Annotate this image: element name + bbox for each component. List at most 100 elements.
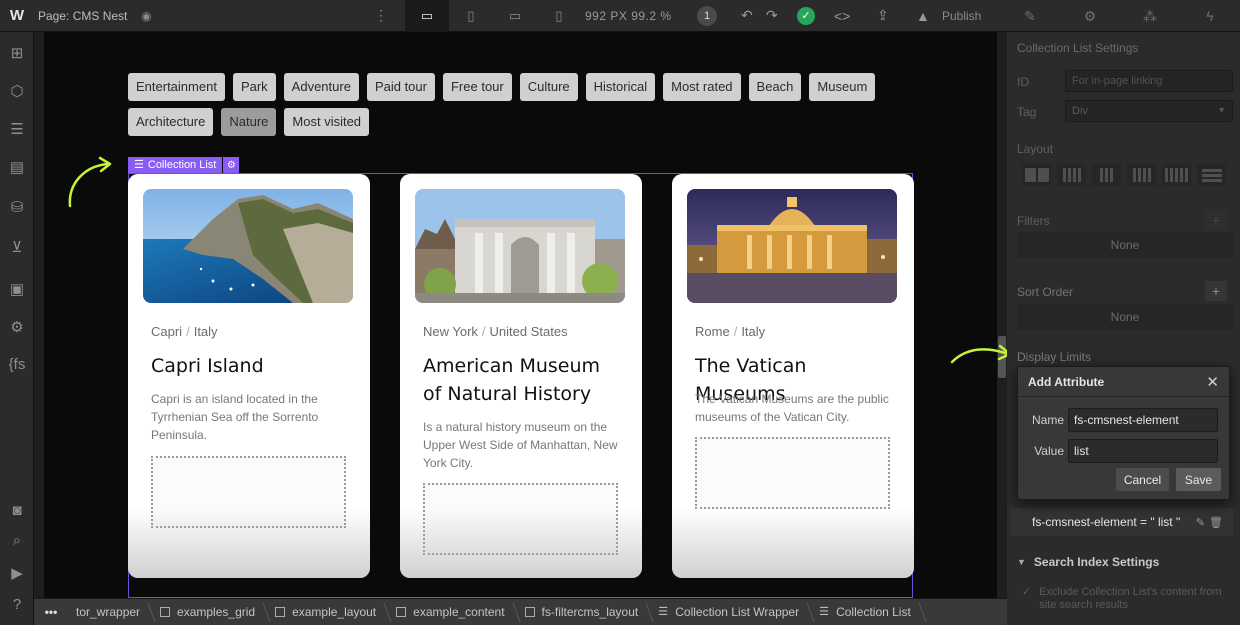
display-limits-label[interactable]: Display Limits bbox=[1017, 350, 1091, 364]
finsweet-icon[interactable]: {fs bbox=[0, 356, 34, 373]
filter-tag[interactable]: Free tour bbox=[442, 73, 512, 101]
undo-icon[interactable]: ↶ bbox=[741, 7, 753, 24]
close-icon[interactable]: ✕ bbox=[1206, 373, 1219, 391]
assets-icon[interactable]: ▣ bbox=[0, 280, 34, 298]
card-title[interactable]: Capri Island bbox=[151, 352, 351, 380]
filter-tag[interactable]: Most visited bbox=[284, 108, 370, 136]
settings-icon[interactable]: ⚙ bbox=[0, 318, 34, 336]
navigator-icon[interactable]: ☰ bbox=[0, 120, 34, 138]
card-city: Rome bbox=[695, 324, 730, 339]
breadcrumb-item[interactable]: ☰ Collection List Wrapper bbox=[650, 599, 811, 625]
nested-collection-placeholder[interactable] bbox=[423, 483, 618, 555]
publish-button[interactable]: Publish bbox=[942, 9, 981, 23]
tag-label: Tag bbox=[1017, 105, 1037, 119]
breakpoint-switcher: ▭ ▯ ▭ ▯ bbox=[405, 0, 581, 32]
layout-6-col-button[interactable] bbox=[1162, 164, 1191, 186]
custom-attribute-row[interactable]: fs-cmsnest-element = " list " ✎ 🗑 bbox=[1010, 508, 1233, 536]
help-icon[interactable]: ? bbox=[0, 596, 34, 613]
style-brush-icon[interactable]: ✎ bbox=[1000, 0, 1060, 32]
breadcrumb-item[interactable]: examples_grid bbox=[152, 599, 267, 625]
card-country: Italy bbox=[193, 324, 218, 339]
canvas-scrollbar[interactable] bbox=[997, 32, 1007, 598]
nested-collection-placeholder[interactable] bbox=[695, 437, 890, 509]
desktop-breakpoint-icon[interactable]: ▭ bbox=[405, 0, 449, 32]
filter-tag[interactable]: Adventure bbox=[283, 73, 359, 101]
breadcrumb-item[interactable]: example_content bbox=[388, 599, 516, 625]
cancel-button[interactable]: Cancel bbox=[1116, 468, 1169, 491]
components-cube-icon[interactable]: ⬡ bbox=[0, 82, 34, 100]
tablet-breakpoint-icon[interactable]: ▯ bbox=[449, 0, 493, 32]
card-title[interactable]: American Museum of Natural History bbox=[423, 352, 623, 408]
page-selector[interactable]: Page: CMS Nest bbox=[38, 9, 127, 23]
filter-tag[interactable]: Paid tour bbox=[366, 73, 435, 101]
collection-settings-gear-icon[interactable]: ⚙ bbox=[223, 157, 240, 173]
lightning-icon[interactable]: ϟ bbox=[1180, 0, 1240, 32]
layout-5-col-button[interactable] bbox=[1127, 164, 1156, 186]
card-capri[interactable]: Capri / Italy Capri Island Capri is an isl… bbox=[128, 174, 370, 578]
attribute-value-input[interactable]: list bbox=[1068, 439, 1218, 463]
delete-trash-icon[interactable]: 🗑 bbox=[1209, 516, 1223, 529]
more-options-icon[interactable]: ⋮ bbox=[374, 7, 388, 24]
add-elements-icon[interactable]: ⊞ bbox=[0, 44, 34, 62]
breadcrumb-label: example_content bbox=[413, 605, 505, 619]
cms-database-icon[interactable]: ⛁ bbox=[0, 198, 34, 216]
breadcrumb-item[interactable]: example_layout bbox=[267, 599, 388, 625]
breadcrumb-item[interactable]: ☰ Collection List bbox=[811, 599, 923, 625]
attribute-name-input[interactable]: fs-cmsnest-element bbox=[1068, 408, 1218, 432]
search-icon[interactable]: ⌕ bbox=[0, 532, 34, 549]
webflow-logo[interactable]: W bbox=[0, 7, 34, 24]
breadcrumb-more-icon[interactable]: ••• bbox=[34, 605, 68, 619]
video-tutorial-icon[interactable]: ▶ bbox=[0, 564, 34, 582]
location-separator: / bbox=[733, 324, 738, 339]
card-museum[interactable]: New York / United States American Museum o… bbox=[400, 174, 642, 578]
filter-tag[interactable]: Culture bbox=[519, 73, 578, 101]
pages-icon[interactable]: ▤ bbox=[0, 158, 34, 176]
filter-tag[interactable]: Museum bbox=[809, 73, 876, 101]
filter-tag[interactable]: Beach bbox=[748, 73, 802, 101]
filter-tag[interactable]: Most rated bbox=[663, 73, 741, 101]
breadcrumb-label: example_layout bbox=[292, 605, 377, 619]
layout-4-col-button[interactable] bbox=[1092, 164, 1121, 186]
add-sort-plus-icon[interactable]: + bbox=[1205, 281, 1227, 301]
filters-value: None bbox=[1017, 232, 1233, 258]
filter-tag[interactable]: Architecture bbox=[128, 108, 214, 136]
filter-tag[interactable]: Entertainment bbox=[128, 73, 225, 101]
card-location: Capri / Italy bbox=[151, 324, 218, 339]
card-description: Is a natural history museum on the Upper… bbox=[423, 420, 618, 470]
tag-select-value: Div bbox=[1072, 105, 1088, 117]
interactions-icon[interactable]: ⁂ bbox=[1120, 0, 1180, 32]
breadcrumb-item[interactable]: tor_wrapper bbox=[68, 599, 152, 625]
edit-pencil-icon[interactable]: ✎ bbox=[1196, 516, 1205, 529]
nested-collection-placeholder[interactable] bbox=[151, 456, 346, 528]
mobile-landscape-breakpoint-icon[interactable]: ▭ bbox=[493, 0, 537, 32]
id-field[interactable]: For in-page linking bbox=[1065, 70, 1233, 92]
right-settings-panel: Collection List Settings ID For in-page … bbox=[1007, 32, 1240, 625]
breadcrumb-item[interactable]: fs-filtercms_layout bbox=[517, 599, 651, 625]
selection-icon[interactable]: ◙ bbox=[0, 502, 34, 519]
filter-tag[interactable]: Nature bbox=[221, 108, 277, 136]
box-icon bbox=[160, 607, 171, 617]
collection-list-label[interactable]: ☰ Collection List ⚙ bbox=[128, 157, 240, 173]
tag-select[interactable]: Div ▼ bbox=[1065, 100, 1233, 122]
search-index-settings-header[interactable]: ▼ Search Index Settings bbox=[1007, 548, 1240, 576]
ecommerce-cart-icon[interactable]: ⊻ bbox=[0, 238, 34, 256]
collaborator-badge[interactable]: 1 bbox=[697, 5, 717, 26]
add-attribute-dialog: Add Attribute ✕ Name fs-cmsnest-element … bbox=[1017, 366, 1230, 500]
redo-icon[interactable]: ↷ bbox=[766, 7, 778, 24]
add-filter-plus-icon[interactable]: + bbox=[1205, 210, 1227, 230]
mobile-portrait-breakpoint-icon[interactable]: ▯ bbox=[537, 0, 581, 32]
checkbox-check-icon[interactable]: ✓ bbox=[1022, 586, 1031, 612]
audit-check-icon[interactable]: ✓ bbox=[797, 6, 815, 25]
preview-eye-icon[interactable]: ◉ bbox=[137, 9, 155, 23]
save-button[interactable]: Save bbox=[1176, 468, 1221, 491]
filter-tag[interactable]: Park bbox=[232, 73, 276, 101]
exclude-search-option[interactable]: ✓ Exclude Collection List's content from… bbox=[1022, 586, 1232, 612]
settings-gear-icon[interactable]: ⚙ bbox=[1060, 0, 1120, 32]
card-vatican[interactable]: Rome / Italy The Vatican Museums The Vatic… bbox=[672, 174, 914, 578]
layout-3-col-button[interactable] bbox=[1057, 164, 1086, 186]
code-icon[interactable]: <> bbox=[834, 8, 850, 24]
share-icon[interactable]: ⇪ bbox=[877, 7, 889, 24]
layout-stack-button[interactable] bbox=[1197, 164, 1226, 186]
filter-tag[interactable]: Historical bbox=[585, 73, 656, 101]
layout-1-col-button[interactable] bbox=[1022, 164, 1051, 186]
